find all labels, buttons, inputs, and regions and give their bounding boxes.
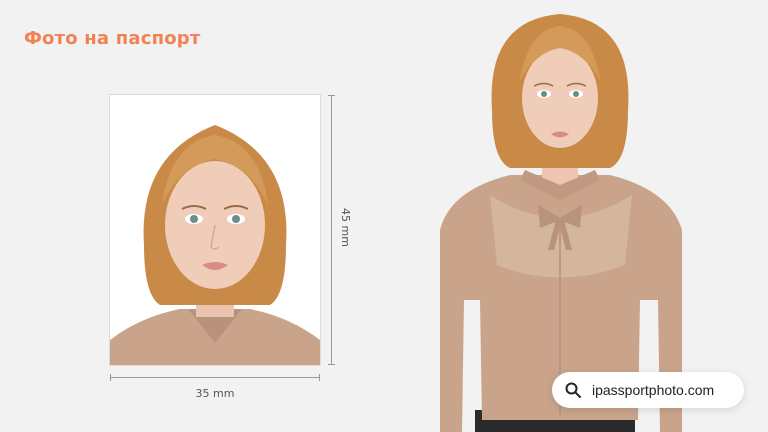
passport-portrait-image: [110, 125, 320, 365]
hero-model-image: [440, 14, 682, 432]
width-dimension-line: [110, 374, 320, 381]
width-label: 35 mm: [195, 387, 235, 400]
height-dimension-line: [328, 95, 335, 365]
height-label: 45 mm: [339, 208, 352, 247]
website-search-pill[interactable]: ipassportphoto.com: [552, 372, 744, 408]
passport-photo: [110, 95, 320, 365]
website-url-text: ipassportphoto.com: [592, 382, 715, 398]
search-icon: [565, 382, 581, 398]
page-title: Фото на паспорт: [24, 28, 201, 49]
